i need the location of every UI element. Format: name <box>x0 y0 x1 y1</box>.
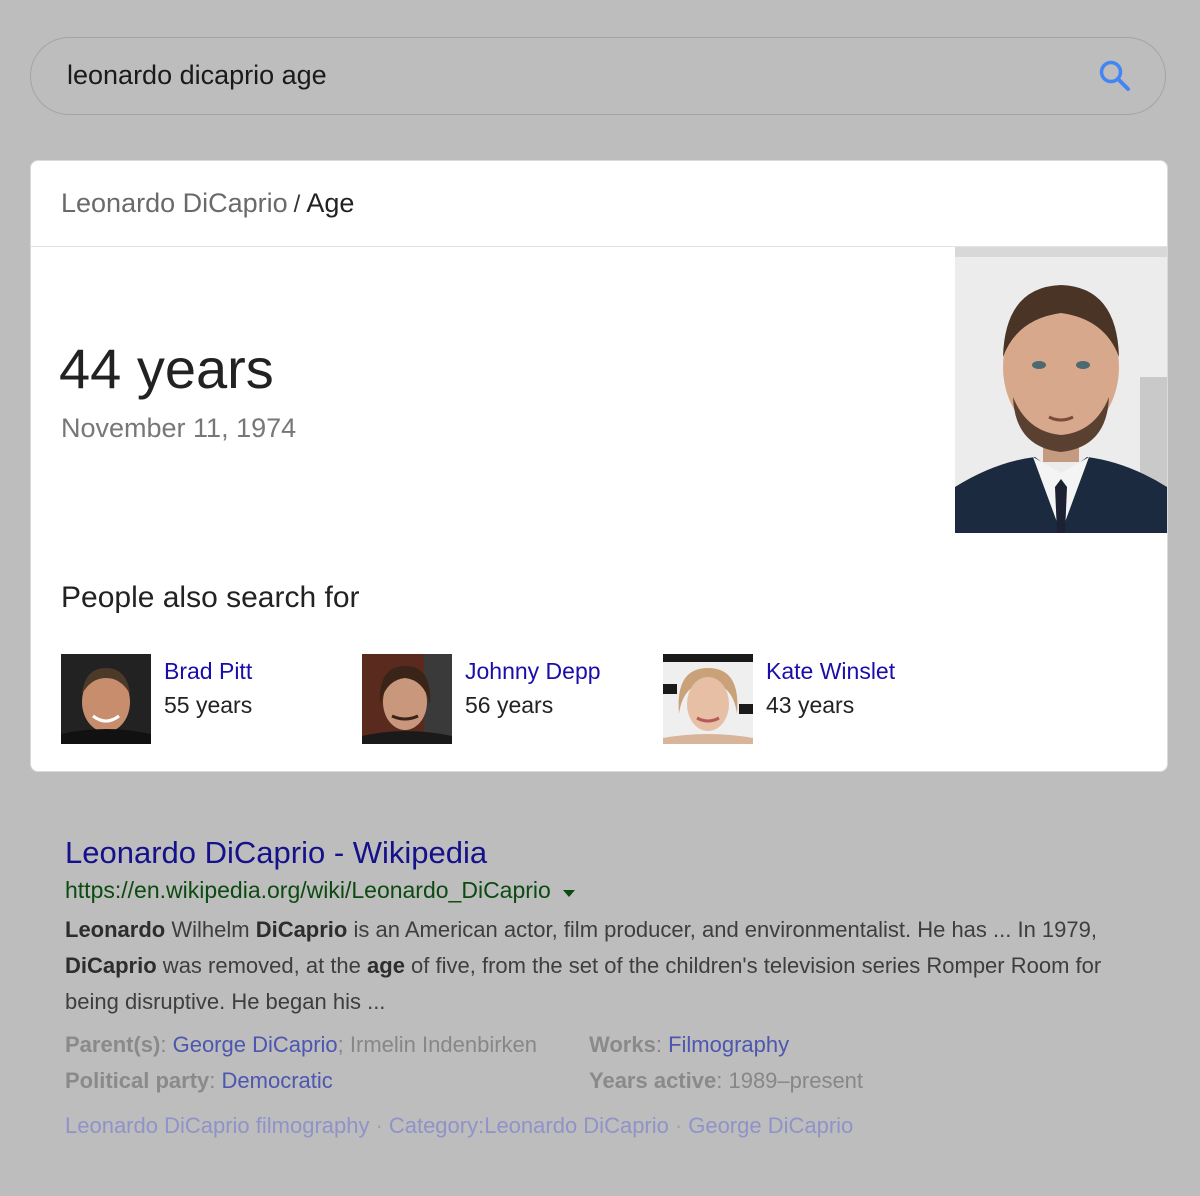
related-person-name[interactable]: Brad Pitt <box>164 658 252 685</box>
related-link[interactable]: Category:Leonardo DiCaprio <box>389 1113 669 1138</box>
breadcrumb-entity[interactable]: Leonardo DiCaprio <box>61 188 288 218</box>
breadcrumb-separator: / <box>293 191 301 218</box>
related-link[interactable]: Leonardo DiCaprio filmography <box>65 1113 370 1138</box>
birth-date: November 11, 1974 <box>61 413 297 443</box>
portrait-image[interactable] <box>955 247 1167 533</box>
breadcrumb-attribute: Age <box>306 188 355 218</box>
related-person-age: 56 years <box>465 692 554 718</box>
johnny-depp-thumbnail[interactable] <box>362 654 452 744</box>
answer-age: 44 years <box>59 337 274 400</box>
related-links: Leonardo DiCaprio filmography · Category:L… <box>65 1113 854 1138</box>
result-snippet: Leonardo Wilhelm DiCaprio is an American… <box>65 917 1102 1014</box>
fact-parents: Parent(s): George DiCaprio; Irmelin Inde… <box>65 1032 538 1057</box>
breadcrumb: Leonardo DiCaprio / Age <box>61 188 354 219</box>
result-url-menu-caret-icon[interactable] <box>562 890 575 898</box>
search-icon[interactable] <box>1097 58 1133 94</box>
result-title-link[interactable]: Leonardo DiCaprio - Wikipedia <box>65 835 1155 871</box>
people-also-search-title: People also search for <box>61 581 360 614</box>
fact-years-active: Years active: 1989–present <box>589 1068 864 1093</box>
search-bar[interactable]: leonardo dicaprio age <box>30 37 1166 115</box>
party-link-democratic[interactable]: Democratic <box>222 1068 333 1093</box>
kate-winslet-thumbnail[interactable] <box>663 654 753 744</box>
fact-works: Works: Filmography <box>589 1032 790 1057</box>
related-person-name[interactable]: Kate Winslet <box>766 658 895 685</box>
related-link[interactable]: George DiCaprio <box>688 1113 853 1138</box>
search-result-wikipedia: Leonardo DiCaprio - Wikipedia https://en… <box>65 835 1155 1020</box>
related-person-name[interactable]: Johnny Depp <box>465 658 601 685</box>
works-link-filmography[interactable]: Filmography <box>668 1032 789 1057</box>
parent-link-george[interactable]: George DiCaprio <box>173 1032 338 1057</box>
result-url[interactable]: https://en.wikipedia.org/wiki/Leonardo_D… <box>65 877 551 904</box>
related-person-age: 55 years <box>164 692 253 718</box>
card-header: Leonardo DiCaprio / Age <box>31 161 1167 247</box>
knowledge-card: Leonardo DiCaprio / Age 44 years November … <box>30 160 1168 772</box>
brad-pitt-thumbnail[interactable] <box>61 654 151 744</box>
fact-political-party: Political party: Democratic <box>65 1068 333 1093</box>
search-input[interactable]: leonardo dicaprio age <box>67 60 327 91</box>
related-person-age: 43 years <box>766 692 855 718</box>
